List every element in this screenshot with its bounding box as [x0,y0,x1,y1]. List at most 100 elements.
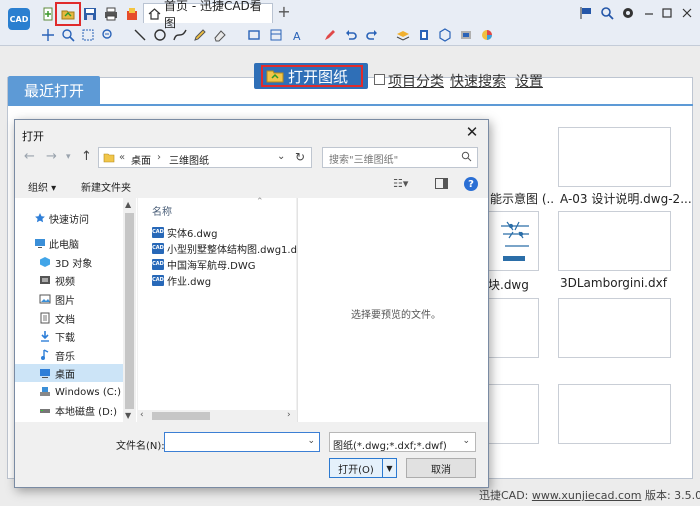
file-list-hscrollbar-thumb[interactable] [152,412,210,420]
close-window-icon[interactable] [677,4,697,22]
sidebar-item-pictures[interactable]: 图片 [15,290,123,308]
scroll-right-icon[interactable]: › [287,410,291,420]
measure-icon[interactable] [456,26,476,44]
layers-icon[interactable] [393,26,413,44]
block-icon[interactable] [414,26,434,44]
undo-icon[interactable] [341,26,361,44]
open-file-icon[interactable] [55,2,81,26]
new-file-icon[interactable] [38,5,58,23]
dialog-close-button[interactable]: ✕ [464,123,480,141]
sidebar-item-documents[interactable]: 文档 [15,309,123,327]
breadcrumb-overflow[interactable]: « [119,152,125,163]
zoom-previous-icon[interactable] [98,26,118,44]
app-titlebar: CAD 首页 - 迅捷CAD看图 + A [0,0,700,46]
recent-file-thumbnail[interactable] [558,211,671,271]
export-icon[interactable] [122,5,142,23]
save-icon[interactable] [80,5,100,23]
maximize-icon[interactable] [657,4,677,22]
column-header-name[interactable]: 名称 [152,203,172,218]
settings-link[interactable]: 设置 [515,71,543,91]
dialog-search-input[interactable]: 搜索"三维图纸" [322,147,478,168]
navigation-scrollbar-thumb[interactable] [125,213,134,409]
breadcrumb-item[interactable]: 桌面 [131,152,151,167]
polyline-icon[interactable] [170,26,190,44]
open-dropdown-icon[interactable]: ▼ [382,459,396,477]
sidebar-item-downloads[interactable]: 下载 [15,327,123,345]
scroll-down-icon[interactable]: ▼ [125,411,131,420]
new-folder-button[interactable]: 新建文件夹 [81,179,131,194]
windows-drive-icon [39,386,51,398]
open-button[interactable]: 打开(O) ▼ [329,458,397,478]
sidebar-item-drive-d[interactable]: 本地磁盘 (D:) [15,401,123,419]
forward-arrow-icon[interactable]: → [46,149,57,164]
recent-file-name[interactable]: 3DLamborgini.dxf [560,276,667,290]
rectangle-icon[interactable] [244,26,264,44]
markup-pen-icon[interactable] [320,26,340,44]
file-item[interactable]: CAD 作业.dwg [152,272,211,288]
scroll-left-icon[interactable]: ‹ [140,410,144,420]
recent-file-thumbnail[interactable] [558,127,671,187]
project-classify-checkbox[interactable] [374,74,385,85]
sidebar-item-music[interactable]: 音乐 [15,346,123,364]
recent-file-thumbnail[interactable] [558,298,671,358]
breadcrumb-item[interactable]: 三维图纸 [169,152,209,167]
recent-file-thumbnail[interactable] [558,384,671,444]
drawing-preview-icon [501,221,529,261]
recent-file-name[interactable]: 块.dwg [488,276,529,293]
file-item[interactable]: CAD 实体6.dwg [152,224,217,240]
back-arrow-icon[interactable]: ← [24,149,35,164]
gear-icon[interactable] [618,4,638,22]
flag-icon[interactable] [576,4,596,22]
recent-file-thumbnail[interactable] [488,211,539,271]
recent-file-thumbnail[interactable] [488,298,539,358]
new-tab-button[interactable]: + [276,3,292,21]
quick-search-link[interactable]: 快速搜索 [450,71,506,91]
refresh-icon[interactable]: ↻ [295,150,305,164]
recent-file-thumbnail[interactable] [488,384,539,444]
zoom-extents-icon[interactable] [78,26,98,44]
zoom-window-icon[interactable] [58,26,78,44]
sidebar-item-this-pc[interactable]: 此电脑 [15,234,123,252]
sidebar-item-drive-c[interactable]: Windows (C:) [15,383,123,401]
3d-view-icon[interactable] [435,26,455,44]
print-icon[interactable] [101,5,121,23]
recent-file-name[interactable]: 能示意图 (.. [490,190,554,207]
sidebar-item-videos[interactable]: 视频 [15,271,123,289]
up-arrow-icon[interactable]: ↑ [81,149,92,164]
recent-locations-icon[interactable]: ▾ [66,152,71,162]
sidebar-item-3d-objects[interactable]: 3D 对象 [15,253,123,271]
pen-icon[interactable] [190,26,210,44]
text-icon[interactable]: A [288,26,308,44]
minimize-icon[interactable] [639,4,659,22]
line-icon[interactable] [130,26,150,44]
zoom-icon[interactable] [597,4,617,22]
tab-home[interactable]: 首页 - 迅捷CAD看图 [143,0,273,30]
chevron-down-icon[interactable]: ⌄ [307,436,315,446]
file-type-select[interactable]: 图纸(*.dwg;*.dxf;*.dwf) ⌄ [329,432,476,452]
sidebar-item-desktop[interactable]: 桌面 [15,364,123,382]
preview-pane-icon[interactable] [435,178,448,192]
color-wheel-icon[interactable] [477,26,497,44]
view-options-icon[interactable]: ☷▾ [393,177,408,190]
project-classify-link[interactable]: 项目分类 [388,71,444,91]
website-link[interactable]: www.xunjiecad.com [532,489,642,502]
circle-icon[interactable] [150,26,170,44]
tab-underline [8,104,693,106]
tab-recent[interactable]: 最近打开 [8,76,100,104]
cancel-button[interactable]: 取消 [406,458,476,478]
redo-icon[interactable] [362,26,382,44]
open-drawing-button[interactable]: 打开图纸 [254,63,368,89]
layout-icon[interactable] [266,26,286,44]
sidebar-item-quick-access[interactable]: 快速访问 [15,209,123,227]
file-item[interactable]: CAD 中国海军航母.DWG [152,256,256,272]
pan-icon[interactable] [38,26,58,44]
address-dropdown-icon[interactable]: ⌄ [277,151,285,162]
recent-file-name[interactable]: A-03 设计说明.dwg-2... [560,190,692,207]
scroll-up-icon[interactable]: ▲ [125,200,131,209]
help-icon[interactable]: ? [464,177,478,191]
eraser-icon[interactable] [210,26,230,44]
file-item[interactable]: CAD 小型别墅整体结构图.dwg1.dwg [152,240,311,256]
organize-menu[interactable]: 组织 ▾ [28,179,56,194]
address-bar[interactable]: « 桌面 › 三维图纸 ⌄ ↻ [98,147,312,168]
filename-input[interactable]: ⌄ [164,432,320,452]
